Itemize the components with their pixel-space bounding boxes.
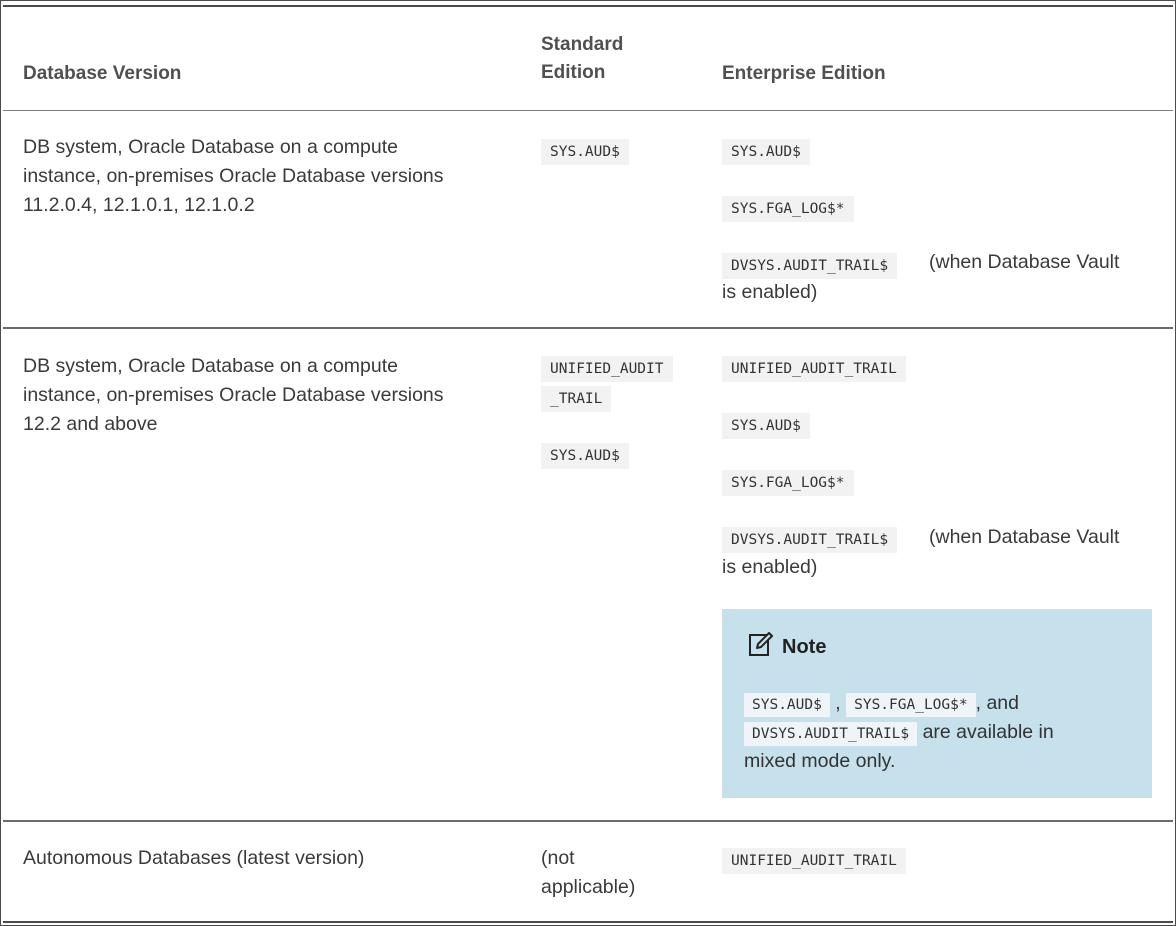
header-database-version: Database Version — [23, 63, 182, 84]
row2-enterprise-code-3: SYS.FGA_LOG$* — [722, 470, 854, 496]
row1-enterprise-code-2: SYS.FGA_LOG$* — [722, 196, 854, 222]
header-divider — [3, 110, 1173, 111]
row2-enterprise-code-2: SYS.AUD$ — [722, 413, 810, 439]
note-code-1: SYS.AUD$ — [744, 693, 830, 717]
row2-standard-code-2: SYS.AUD$ — [541, 443, 629, 469]
row1-version: DB system, Oracle Database on a compute … — [23, 136, 444, 216]
row1-enterprise-code-1: SYS.AUD$ — [722, 139, 810, 165]
note-box: Note SYS.AUD$ , SYS.FGA_LOG$*, and DVSYS… — [722, 609, 1152, 798]
note-code-2: SYS.FGA_LOG$* — [846, 693, 976, 717]
row1-standard-code: SYS.AUD$ — [541, 139, 629, 165]
row2-enterprise-code-1: UNIFIED_AUDIT_TRAIL — [722, 356, 906, 382]
row2-standard-code-1b: _TRAIL — [541, 386, 612, 412]
row3-enterprise-code: UNIFIED_AUDIT_TRAIL — [722, 848, 906, 874]
edit-note-icon — [748, 631, 774, 663]
row2-divider — [3, 820, 1173, 822]
row1-divider — [3, 327, 1173, 329]
row3-version: Autonomous Databases (latest version) — [23, 847, 365, 869]
row1-enterprise-suffix: (when Database Vault — [929, 251, 1120, 273]
row3-standard: (not applicable) — [541, 847, 636, 898]
row1-enterprise-suffix-2: is enabled) — [722, 281, 818, 303]
table-top-border — [3, 5, 1173, 7]
table-bottom-border — [3, 921, 1173, 923]
row2-enterprise-suffix: (when Database Vault — [929, 526, 1120, 548]
note-title: Note — [748, 631, 826, 663]
row2-enterprise-code-4: DVSYS.AUDIT_TRAIL$ — [722, 527, 898, 553]
row2-standard-code-1a: UNIFIED_AUDIT — [541, 356, 673, 382]
row2-version: DB system, Oracle Database on a compute … — [23, 355, 444, 435]
note-code-3: DVSYS.AUDIT_TRAIL$ — [744, 722, 918, 746]
row1-enterprise-code-3: DVSYS.AUDIT_TRAIL$ — [722, 253, 898, 279]
header-enterprise-edition: Enterprise Edition — [722, 63, 886, 84]
row2-enterprise-suffix-2: is enabled) — [722, 556, 818, 578]
header-standard-edition: Standard Edition — [541, 34, 624, 83]
note-body: SYS.AUD$ , SYS.FGA_LOG$*, and DVSYS.AUDI… — [744, 692, 1054, 772]
